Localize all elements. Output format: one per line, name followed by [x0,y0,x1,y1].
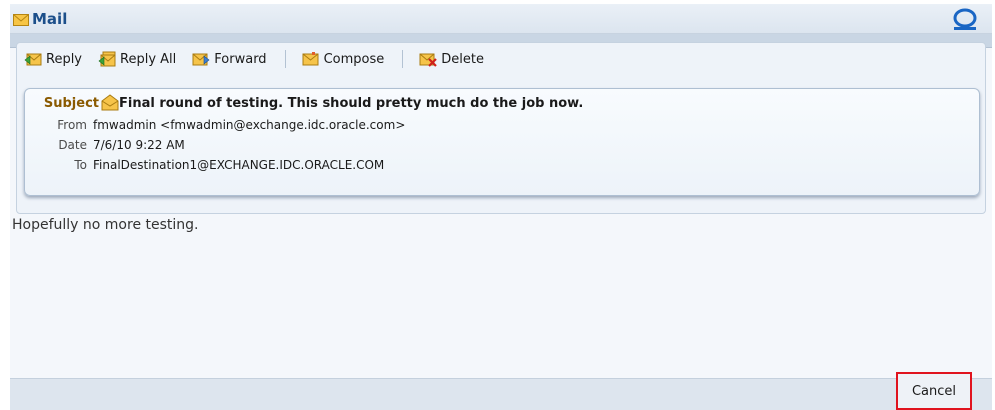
toolbar-separator [284,50,286,68]
forward-label: Forward [214,51,267,67]
date-label: Date [58,138,87,152]
from-label: From [57,118,87,132]
date-value: 7/6/10 9:22 AM [93,138,185,152]
to-value: FinalDestination1@EXCHANGE.IDC.ORACLE.CO… [93,158,385,172]
forward-icon [192,53,210,66]
reply-label: Reply [46,51,83,67]
compose-icon [302,52,319,66]
reply-all-icon [98,51,116,67]
cancel-button[interactable]: Cancel [896,372,972,410]
subject-label: Subject [43,96,99,111]
compose-button[interactable]: Compose [298,47,389,71]
reply-button[interactable]: Reply [20,47,86,71]
reply-all-button[interactable]: Reply All [94,47,180,71]
subject-value: Final round of testing. This should pret… [119,96,584,111]
message-body: Hopefully no more testing. [12,217,199,233]
from-value: fmwadmin <fmwadmin@exchange.idc.oracle.c… [93,118,406,132]
oracle-logo-icon [953,8,977,30]
open-envelope-icon [101,94,119,111]
window-title: Mail [32,10,68,28]
reply-icon [24,53,42,66]
footer-bar [10,378,992,410]
delete-label: Delete [441,51,484,67]
compose-label: Compose [323,51,385,67]
envelope-icon [13,14,29,26]
delete-icon [419,53,438,67]
message-header: Subject Final round of testing. This sho… [24,88,980,196]
title-bar: Mail [10,4,992,34]
to-label: To [74,158,87,172]
mail-toolbar: Reply Reply All Forward Compose Delete [20,47,488,71]
forward-button[interactable]: Forward [188,47,270,71]
toolbar-separator [402,50,404,68]
delete-button[interactable]: Delete [415,47,488,71]
reply-all-label: Reply All [120,51,177,67]
